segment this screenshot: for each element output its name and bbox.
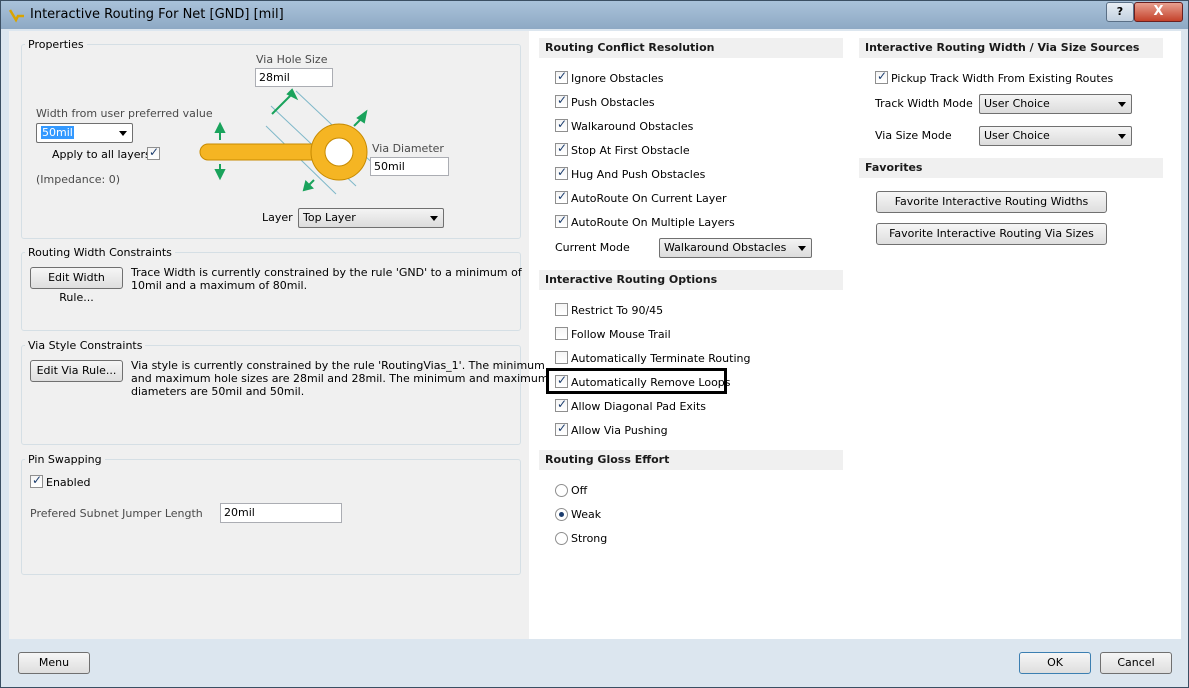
conflict-checkbox-1[interactable] [555, 93, 568, 108]
properties-title: Properties [25, 38, 87, 51]
via-constraint-text-1: Via style is currently constrained by th… [131, 359, 545, 372]
option-label-5: Allow Via Pushing [571, 424, 668, 437]
edit-width-rule-button[interactable]: Edit Width Rule... [30, 267, 123, 304]
option-checkbox-4[interactable] [555, 397, 568, 412]
conflict-option-5: AutoRoute On Current Layer [571, 192, 727, 205]
chevron-down-icon [1118, 102, 1126, 107]
jumper-length-input[interactable]: 20mil [220, 503, 342, 523]
option-checkbox-2[interactable] [555, 351, 568, 364]
gloss-radio-weak[interactable] [555, 508, 568, 521]
chevron-down-icon [1118, 134, 1126, 139]
pin-swapping-enabled-label: Enabled [46, 476, 91, 489]
apply-all-layers-checkbox[interactable] [147, 145, 160, 160]
width-constraint-text-2: 10mil and a maximum of 80mil. [131, 279, 308, 292]
option-label-4: Allow Diagonal Pad Exits [571, 400, 707, 413]
option-checkbox-5[interactable] [555, 421, 568, 436]
conflict-checkbox-5[interactable] [555, 189, 568, 204]
via-size-mode-label: Via Size Mode [875, 129, 952, 142]
jumper-length-label: Prefered Subnet Jumper Length [30, 507, 203, 520]
track-width-mode-value: User Choice [984, 97, 1050, 110]
conflict-option-6: AutoRoute On Multiple Layers [571, 216, 735, 229]
chevron-down-icon [798, 246, 806, 251]
option-label-1: Follow Mouse Trail [571, 328, 671, 341]
track-width-mode-combo[interactable]: User Choice [979, 94, 1132, 114]
conflict-checkbox-0[interactable] [555, 69, 568, 84]
conflict-checkbox-6[interactable] [555, 213, 568, 228]
favorite-widths-button[interactable]: Favorite Interactive Routing Widths [876, 191, 1107, 213]
title-bar[interactable]: Interactive Routing For Net [GND] [mil] … [1, 1, 1188, 29]
help-button[interactable]: ? [1106, 2, 1134, 22]
highlight-box [546, 368, 727, 394]
gloss-label-off: Off [571, 484, 588, 497]
conflict-checkbox-3[interactable] [555, 141, 568, 156]
via-size-mode-value: User Choice [984, 129, 1050, 142]
pickup-width-checkbox[interactable] [875, 69, 888, 84]
option-checkbox-1[interactable] [555, 327, 568, 340]
via-style-title: Via Style Constraints [25, 339, 146, 352]
via-constraint-text-3: diameters are 50mil and 50mil. [131, 385, 305, 398]
button-bar [1, 641, 1188, 687]
current-mode-combo[interactable]: Walkaround Obstacles [659, 238, 812, 258]
conflict-header: Routing Conflict Resolution [539, 38, 843, 58]
gloss-radio-off[interactable] [555, 484, 568, 497]
conflict-option-3: Stop At First Obstacle [571, 144, 690, 157]
via-constraint-text-2: and maximum hole sizes are 28mil and 28m… [131, 372, 549, 385]
impedance-label: (Impedance: 0) [36, 173, 121, 186]
width-value: 50mil [41, 126, 74, 139]
via-diameter-input[interactable]: 50mil [370, 157, 449, 176]
options-header: Interactive Routing Options [539, 270, 843, 290]
gloss-label-strong: Strong [571, 532, 608, 545]
option-label-2: Automatically Terminate Routing [571, 352, 751, 365]
trace-shape [199, 143, 321, 161]
option-checkbox-0[interactable] [555, 303, 568, 316]
conflict-option-0: Ignore Obstacles [571, 72, 664, 85]
conflict-checkbox-2[interactable] [555, 117, 568, 132]
current-mode-label: Current Mode [555, 241, 630, 254]
edit-via-rule-button[interactable]: Edit Via Rule... [30, 360, 123, 382]
width-combo[interactable]: 50mil [36, 123, 133, 143]
conflict-option-1: Push Obstacles [571, 96, 655, 109]
via-hole-size-input[interactable]: 28mil [255, 68, 333, 87]
gloss-radio-strong[interactable] [555, 532, 568, 545]
gloss-label-weak: Weak [571, 508, 602, 521]
window-title: Interactive Routing For Net [GND] [mil] [30, 7, 284, 22]
conflict-option-4: Hug And Push Obstacles [571, 168, 706, 181]
cancel-button[interactable]: Cancel [1100, 652, 1172, 674]
width-constraint-text-1: Trace Width is currently constrained by … [131, 266, 522, 279]
chevron-down-icon [430, 216, 438, 221]
via-size-mode-combo[interactable]: User Choice [979, 126, 1132, 146]
layer-label: Layer [262, 211, 293, 224]
dialog-window: Interactive Routing For Net [GND] [mil] … [0, 0, 1189, 688]
via-hole-size-label: Via Hole Size [256, 53, 328, 66]
ok-button[interactable]: OK [1019, 652, 1091, 674]
chevron-down-icon [119, 131, 127, 136]
menu-button[interactable]: Menu [18, 652, 90, 674]
track-width-mode-label: Track Width Mode [875, 97, 973, 110]
current-mode-value: Walkaround Obstacles [664, 241, 787, 254]
pin-swapping-enabled-checkbox[interactable] [30, 473, 43, 488]
via-diameter-label: Via Diameter [372, 142, 444, 155]
via-hole-shape [324, 137, 354, 167]
conflict-checkbox-4[interactable] [555, 165, 568, 180]
apply-all-layers-label: Apply to all layers [52, 148, 151, 161]
favorites-header: Favorites [859, 158, 1163, 178]
pickup-width-label: Pickup Track Width From Existing Routes [891, 72, 1114, 85]
conflict-option-2: Walkaround Obstacles [571, 120, 694, 133]
track-via-diagram [199, 88, 382, 195]
routing-width-title: Routing Width Constraints [25, 246, 175, 259]
option-label-0: Restrict To 90/45 [571, 304, 664, 317]
layer-value: Top Layer [303, 211, 356, 224]
favorite-via-sizes-button[interactable]: Favorite Interactive Routing Via Sizes [876, 223, 1107, 245]
sources-header: Interactive Routing Width / Via Size Sou… [859, 38, 1163, 58]
app-icon [9, 9, 24, 23]
gloss-header: Routing Gloss Effort [539, 450, 843, 470]
layer-combo[interactable]: Top Layer [298, 208, 444, 228]
width-label: Width from user preferred value [36, 107, 213, 120]
pin-swapping-title: Pin Swapping [25, 453, 105, 466]
close-button[interactable]: X [1134, 2, 1183, 22]
